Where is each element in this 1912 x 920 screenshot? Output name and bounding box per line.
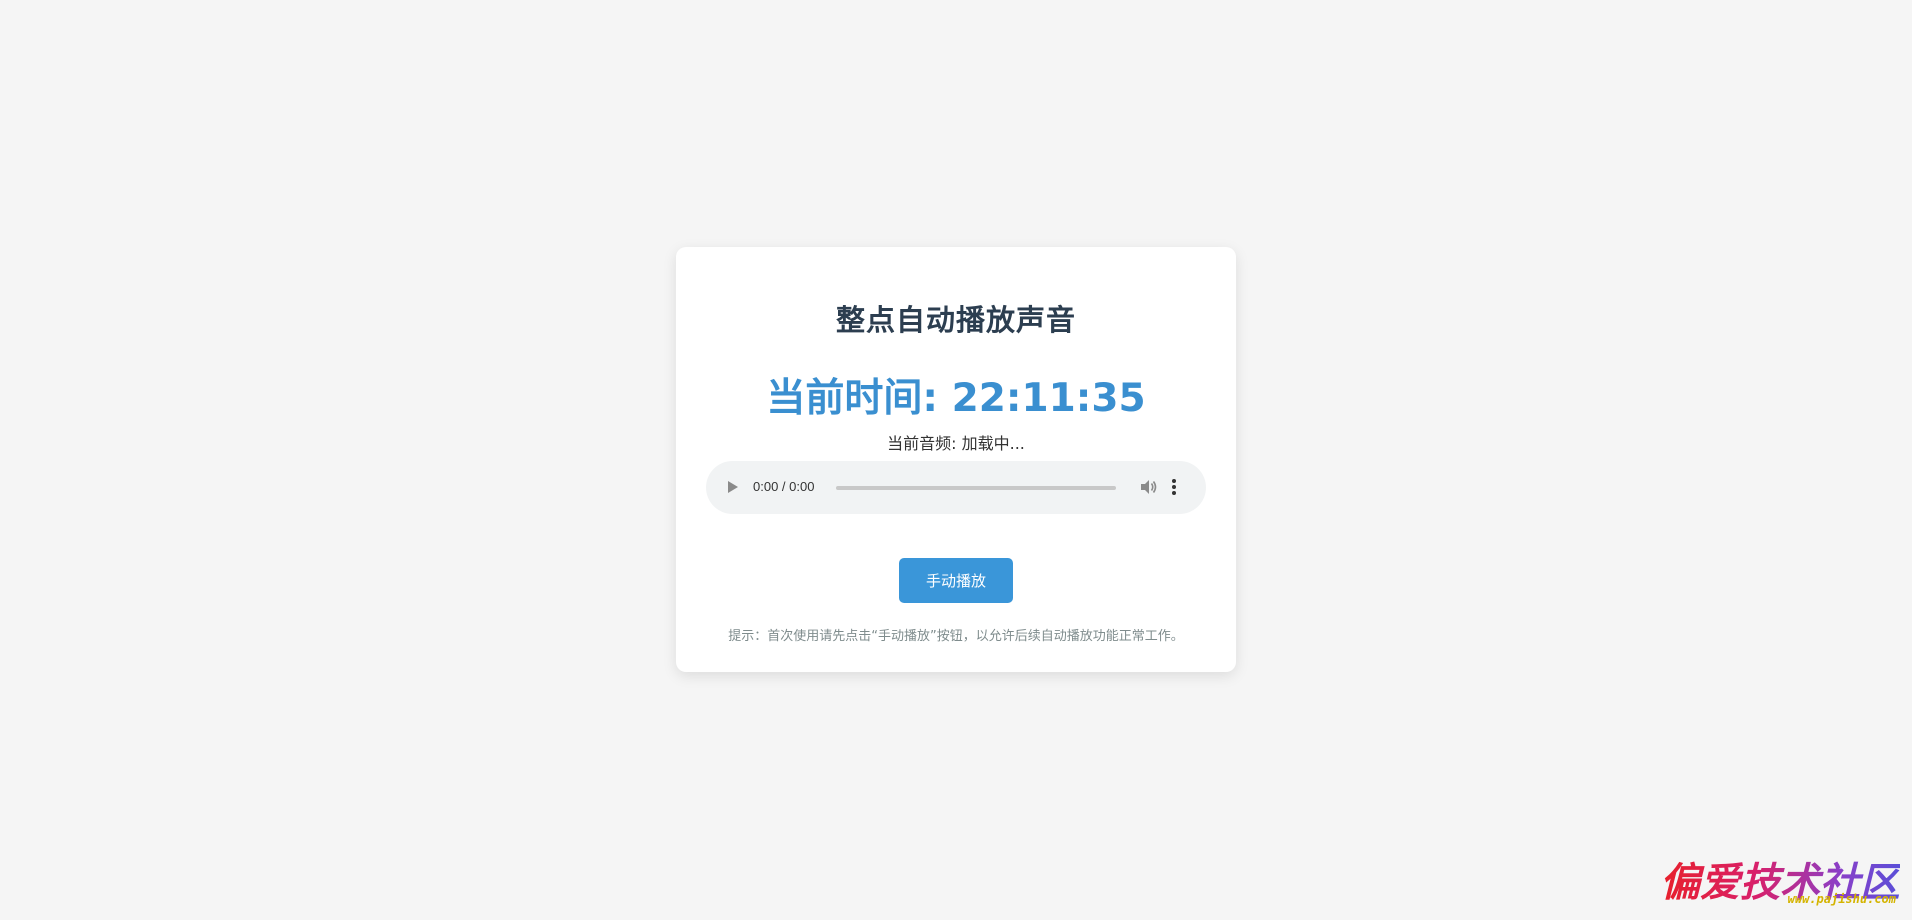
audio-player[interactable]: 0:00 / 0:00: [706, 461, 1206, 514]
current-audio-label: 当前音频: 加载中...: [887, 434, 1025, 453]
main-card: 整点自动播放声音 当前时间: 22:11:35 当前音频: 加载中... 0:0…: [676, 247, 1236, 672]
volume-icon[interactable]: [1138, 477, 1158, 497]
more-vert-icon[interactable]: [1166, 477, 1182, 497]
watermark: 偏爱技术社区 www.pajishu.com: [1600, 850, 1900, 906]
progress-bar[interactable]: [836, 486, 1116, 490]
manual-play-button[interactable]: 手动播放: [899, 558, 1013, 603]
page: 整点自动播放声音 当前时间: 22:11:35 当前音频: 加载中... 0:0…: [0, 0, 1912, 920]
page-title: 整点自动播放声音: [835, 303, 1076, 337]
play-icon[interactable]: [728, 481, 738, 493]
time-readout: 0:00 / 0:00: [753, 479, 815, 494]
hint-text: 提示：首次使用请先点击“手动播放”按钮，以允许后续自动播放功能正常工作。: [728, 629, 1184, 644]
current-time: 当前时间: 22:11:35: [766, 376, 1146, 421]
watermark-url: www.pajishu.com: [1787, 892, 1896, 906]
